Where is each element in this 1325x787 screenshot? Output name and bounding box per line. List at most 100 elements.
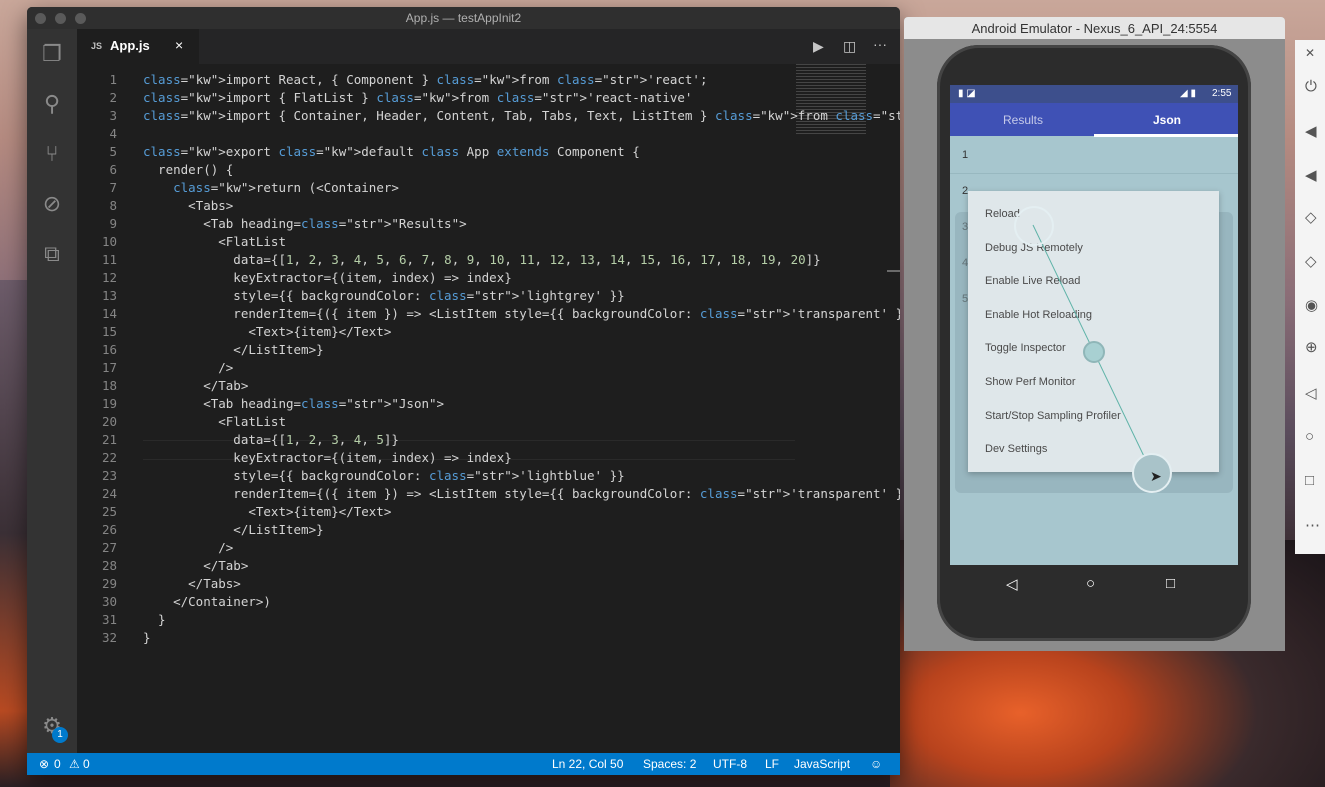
line-number: 14 xyxy=(101,306,117,321)
line-number: 12 xyxy=(101,270,117,285)
code-text: /> xyxy=(143,360,234,375)
rotate-left-icon[interactable]: ◇ xyxy=(1305,208,1317,226)
more-icon[interactable]: ⋯ xyxy=(1305,516,1320,534)
warning-count[interactable]: 0 xyxy=(83,753,90,775)
camera-icon[interactable]: ◉ xyxy=(1305,296,1318,314)
home-icon[interactable]: ○ xyxy=(1086,575,1095,592)
minimize-window-button[interactable] xyxy=(55,13,66,24)
line-number: 20 xyxy=(101,414,117,429)
touch-point xyxy=(1083,341,1105,363)
split-editor-icon[interactable]: ◫ xyxy=(843,38,856,55)
code-text: </Tab> xyxy=(143,558,249,573)
line-number: 27 xyxy=(101,540,117,555)
debug-icon[interactable]: ⊘ xyxy=(39,191,65,217)
code-text: data={[1, 2, 3, 4, 5, 6, 7, 8, 9, 10, 11… xyxy=(143,252,821,267)
line-number: 17 xyxy=(101,360,117,375)
phone-screen[interactable]: ▮ ◪ ◢ ▮ 2:55 Results Json 1 2 3 4 5 Relo… xyxy=(950,85,1238,565)
tab-label: App.js xyxy=(110,38,150,53)
code-text: data={[1, 2, 3, 4, 5]} xyxy=(143,432,399,447)
back-icon[interactable]: ◁ xyxy=(1305,384,1317,402)
power-icon[interactable]: ⏻ xyxy=(1305,78,1317,95)
editor-tab-bar: JS App.js × ▶ ◫ ··· xyxy=(77,29,900,64)
emulator-controls-panel: ✕ ⏻ ◀ ◀ ◇ ◇ ◉ ⊕ ◁ ○ □ ⋯ xyxy=(1295,40,1325,554)
code-text: </Tab> xyxy=(143,378,249,393)
more-actions-icon[interactable]: ··· xyxy=(873,36,887,52)
language-mode[interactable]: JavaScript xyxy=(794,753,850,775)
code-text: class="kw">import { Container, Header, C… xyxy=(143,108,900,123)
indentation[interactable]: Spaces: 2 xyxy=(643,753,696,775)
code-text: class="kw">export class="kw">default cla… xyxy=(143,144,640,159)
code-text: <Tab heading=class="str">"Results"> xyxy=(143,216,467,231)
code-text: /> xyxy=(143,540,234,555)
line-number: 15 xyxy=(101,324,117,339)
close-window-button[interactable] xyxy=(35,13,46,24)
close-tab-icon[interactable]: × xyxy=(175,37,183,53)
search-icon[interactable]: ⚲ xyxy=(39,91,65,117)
emulator-body: ▮ ◪ ◢ ▮ 2:55 Results Json 1 2 3 4 5 Relo… xyxy=(904,39,1285,651)
line-number: 30 xyxy=(101,594,117,609)
line-number: 25 xyxy=(101,504,117,519)
code-text: <FlatList xyxy=(143,234,286,249)
line-number: 26 xyxy=(101,522,117,537)
code-text: <FlatList xyxy=(143,414,286,429)
line-number: 22 xyxy=(101,450,117,465)
scrollbar[interactable] xyxy=(887,270,900,272)
code-text: <Text>{item}</Text> xyxy=(143,324,392,339)
line-number: 23 xyxy=(101,468,117,483)
code-text: keyExtractor={(item, index) => index} xyxy=(143,450,512,465)
run-icon[interactable]: ▶ xyxy=(813,38,824,55)
close-panel-icon[interactable]: ✕ xyxy=(1305,46,1315,60)
code-text: } xyxy=(143,630,151,645)
code-text: renderItem={({ item }) => <ListItem styl… xyxy=(143,486,900,501)
touch-gesture-trail xyxy=(1032,224,1153,474)
cursor-position[interactable]: Ln 22, Col 50 xyxy=(552,753,623,775)
warning-icon[interactable]: ⚠ xyxy=(69,753,80,775)
line-number: 4 xyxy=(109,126,117,141)
status-bar: ⊗ 0 ⚠ 0 Ln 22, Col 50 Spaces: 2 UTF-8 LF… xyxy=(27,753,900,775)
line-number: 21 xyxy=(101,432,117,447)
home-icon[interactable]: ○ xyxy=(1305,428,1314,445)
line-number: 2 xyxy=(109,90,117,105)
zoom-icon[interactable]: ⊕ xyxy=(1305,338,1318,356)
line-ending[interactable]: LF xyxy=(765,753,779,775)
code-editor[interactable]: 1 class="kw">import React, { Component } … xyxy=(77,64,900,753)
line-number: 29 xyxy=(101,576,117,591)
feedback-smiley-icon[interactable]: ☺ xyxy=(870,753,882,775)
extensions-icon[interactable]: ⧉ xyxy=(39,241,65,267)
code-text: <Tab heading=class="str">"Json"> xyxy=(143,396,445,411)
line-number: 31 xyxy=(101,612,117,627)
code-text: style={{ backgroundColor: class="str">'l… xyxy=(143,288,625,303)
volume-down-icon[interactable]: ◀ xyxy=(1305,166,1317,184)
line-number: 16 xyxy=(101,342,117,357)
line-number: 13 xyxy=(101,288,117,303)
encoding[interactable]: UTF-8 xyxy=(713,753,747,775)
window-title: App.js — testAppInit2 xyxy=(405,11,522,25)
line-number: 5 xyxy=(109,144,117,159)
zoom-window-button[interactable] xyxy=(75,13,86,24)
code-text: style={{ backgroundColor: class="str">'l… xyxy=(143,468,625,483)
code-text: </ListItem>} xyxy=(143,522,324,537)
explorer-icon[interactable]: ❐ xyxy=(39,41,65,67)
code-text: class="kw">import { FlatList } class="kw… xyxy=(143,90,693,105)
code-text: </Tabs> xyxy=(143,576,241,591)
code-text: } xyxy=(143,612,166,627)
emulator-title: Android Emulator - Nexus_6_API_24:5554 xyxy=(904,17,1285,39)
back-icon[interactable]: ◁ xyxy=(1006,575,1018,593)
code-text: <Tabs> xyxy=(143,198,234,213)
code-text: <Text>{item}</Text> xyxy=(143,504,392,519)
error-count[interactable]: 0 xyxy=(54,753,61,775)
activity-bar: ❐ ⚲ ⑂ ⊘ ⧉ ⚙ xyxy=(27,29,77,753)
overview-icon[interactable]: □ xyxy=(1305,472,1314,489)
source-control-icon[interactable]: ⑂ xyxy=(39,141,65,167)
window-titlebar: App.js — testAppInit2 xyxy=(27,7,900,29)
tab-app-js[interactable]: JS App.js × xyxy=(77,29,199,64)
line-number: 10 xyxy=(101,234,117,249)
rotate-right-icon[interactable]: ◇ xyxy=(1305,252,1317,270)
recents-icon[interactable]: □ xyxy=(1166,575,1175,592)
line-number: 6 xyxy=(109,162,117,177)
line-number: 19 xyxy=(101,396,117,411)
line-number: 1 xyxy=(109,72,117,87)
error-icon[interactable]: ⊗ xyxy=(39,753,49,775)
line-number: 28 xyxy=(101,558,117,573)
volume-up-icon[interactable]: ◀ xyxy=(1305,122,1317,140)
